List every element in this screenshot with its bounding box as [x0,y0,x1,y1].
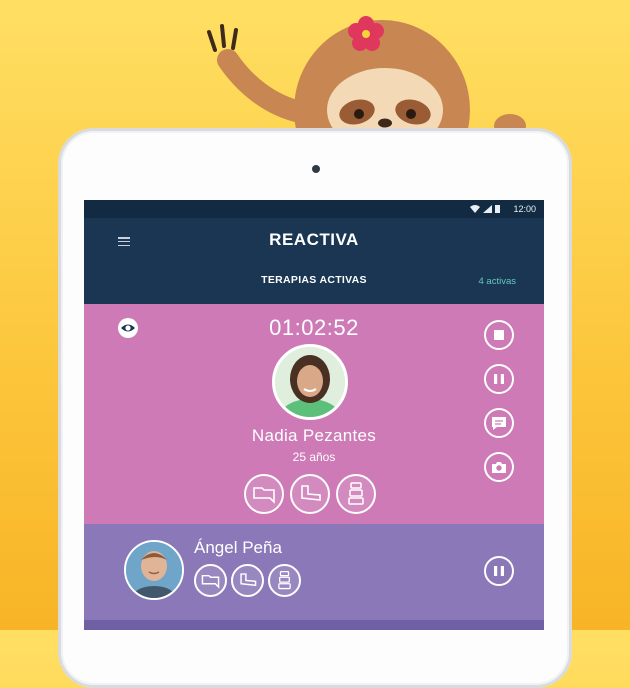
stop-icon [494,330,504,340]
spine-therapy-icon[interactable] [336,474,376,514]
session-timer: 01:02:52 [269,315,359,340]
pause-button[interactable] [484,556,514,586]
pause-icon [494,566,504,576]
pause-icon [494,374,504,384]
patient-name: Nadia Pezantes [251,426,377,445]
patient-name: Ángel Peña [194,538,282,557]
app-logo: REACTIVA [269,230,359,249]
battery-icon [495,205,500,213]
leg-therapy-icon[interactable] [194,564,227,597]
status-icons [470,205,500,213]
leg-therapy-icon[interactable] [244,474,284,514]
chat-button[interactable] [484,408,514,438]
pause-button[interactable] [484,364,514,394]
page-title: TERAPIAS ACTIVAS [261,274,367,286]
patient-age: 25 años [292,450,336,464]
session-card-active[interactable]: 01:02:52 Nadia Pezantes 25 años [84,304,544,524]
app-bar: REACTIVA TERAPIAS ACTIVAS 4 activas [84,218,544,304]
therapy-list [194,564,301,597]
session-card-third[interactable] [84,620,544,630]
signal-icon [483,205,492,213]
chat-icon [492,417,506,430]
status-bar: 12:00 [84,200,544,218]
app-screen: 12:00 REACTIVA TERAPIAS ACTIVAS 4 activa… [84,200,544,630]
camera-button[interactable] [484,452,514,482]
session-card-second[interactable]: Ángel Peña [84,524,544,620]
stop-button[interactable] [484,320,514,350]
active-count[interactable]: 4 activas [479,276,517,287]
spine-therapy-icon[interactable] [268,564,301,597]
foot-therapy-icon[interactable] [290,474,330,514]
patient-avatar [272,344,348,420]
status-time: 12:00 [513,204,536,214]
wifi-icon [470,205,480,213]
camera-icon [492,462,506,473]
front-camera [312,165,320,173]
therapy-list [244,474,376,514]
foot-therapy-icon[interactable] [231,564,264,597]
patient-avatar [124,540,184,600]
